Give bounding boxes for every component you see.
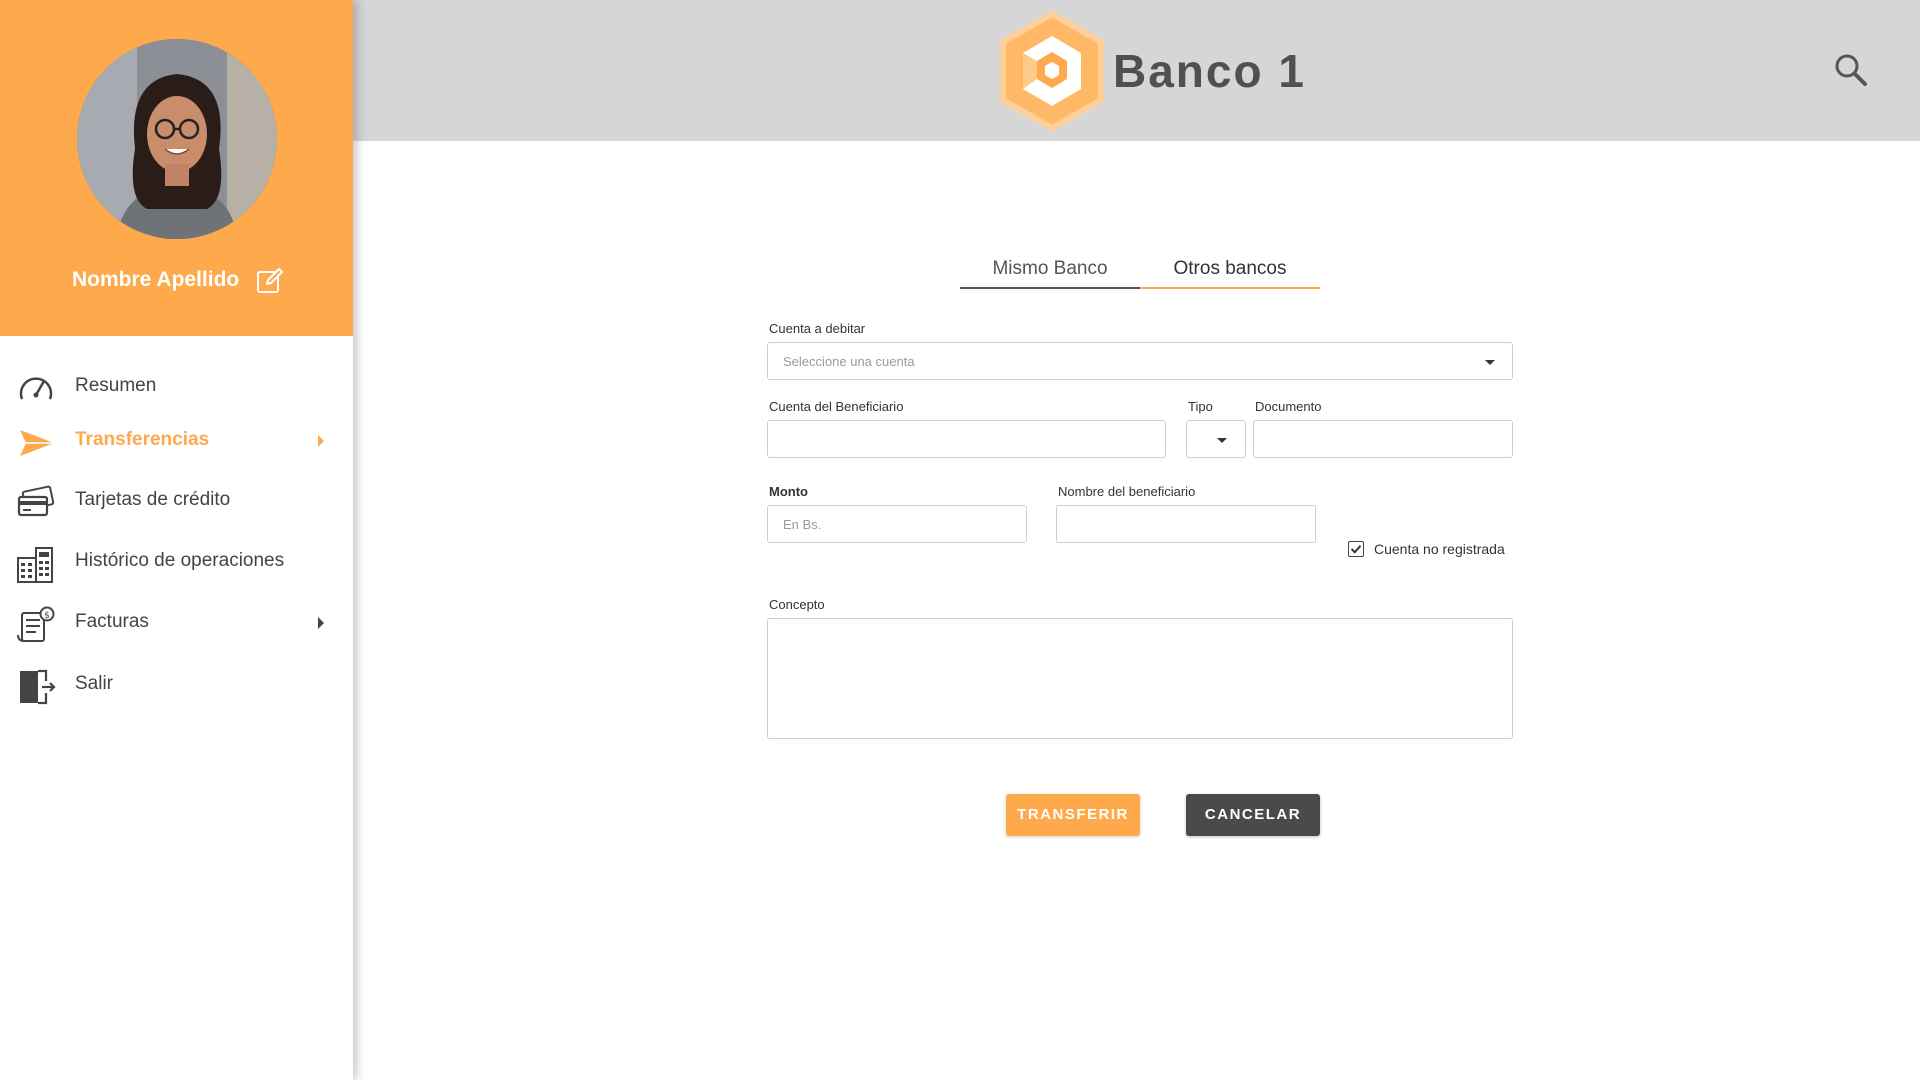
sidebar-item-historico[interactable]: Histórico de operaciones (0, 535, 353, 589)
avatar[interactable] (77, 39, 277, 239)
tipo-select[interactable] (1186, 420, 1246, 458)
sidebar-item-label: Histórico de operaciones (75, 550, 285, 571)
concepto-textarea[interactable] (767, 618, 1513, 739)
checkmark-icon (1350, 545, 1362, 554)
tab-otros-bancos[interactable]: Otros bancos (1140, 255, 1320, 289)
chevron-right-icon (318, 435, 324, 447)
transfer-tabs: Mismo Banco Otros bancos (960, 255, 1320, 289)
search-icon[interactable] (1831, 50, 1871, 90)
sidebar-item-label: Facturas (75, 611, 149, 632)
transferir-button[interactable]: TRANSFERIR (1006, 794, 1140, 836)
cuenta-debitar-select[interactable]: Seleccione una cuenta (767, 342, 1513, 380)
sidebar-item-label: Transferencias (75, 429, 210, 450)
monto-label: Monto (769, 484, 808, 499)
hexagon-logo-icon[interactable] (997, 10, 1107, 132)
sidebar: Nombre Apellido Resumen Transferencias T… (0, 0, 353, 1080)
tipo-label: Tipo (1188, 399, 1213, 414)
calculator-icon (16, 544, 56, 584)
caret-down-icon (1485, 360, 1495, 365)
sidebar-item-facturas[interactable]: $ Facturas (0, 596, 353, 650)
profile-panel: Nombre Apellido (0, 0, 353, 336)
speedometer-icon (16, 369, 56, 409)
concepto-label: Concepto (769, 597, 825, 612)
sidebar-item-salir[interactable]: Salir (0, 658, 353, 712)
cuenta-beneficiario-input[interactable] (767, 420, 1166, 458)
documento-label: Documento (1255, 399, 1322, 414)
edit-profile-icon[interactable] (256, 267, 284, 295)
exit-door-icon (16, 667, 56, 707)
top-header: Banco 1 (353, 0, 1920, 141)
chevron-right-icon (318, 617, 324, 629)
cuenta-no-registrada-label: Cuenta no registrada (1374, 541, 1505, 557)
bill-icon: $ (16, 605, 56, 645)
credit-card-icon (16, 483, 56, 523)
sidebar-item-resumen[interactable]: Resumen (0, 360, 353, 414)
sidebar-item-label: Tarjetas de crédito (75, 489, 231, 510)
svg-text:$: $ (44, 611, 50, 621)
sidebar-item-tarjetas[interactable]: Tarjetas de crédito (0, 474, 353, 528)
cancelar-button[interactable]: CANCELAR (1186, 794, 1320, 836)
nombre-beneficiario-input[interactable] (1056, 505, 1316, 543)
caret-down-icon (1217, 438, 1227, 443)
brand-name: Banco 1 (1113, 45, 1306, 97)
sidebar-item-transferencias[interactable]: Transferencias (0, 414, 353, 468)
sidebar-item-label: Salir (75, 673, 114, 694)
user-name: Nombre Apellido (72, 268, 240, 291)
monto-placeholder: En Bs. (783, 517, 822, 532)
cuenta-beneficiario-label: Cuenta del Beneficiario (769, 399, 904, 414)
cuenta-debitar-placeholder: Seleccione una cuenta (783, 354, 915, 369)
cuenta-no-registrada-checkbox[interactable] (1348, 541, 1364, 557)
tab-mismo-banco[interactable]: Mismo Banco (960, 255, 1140, 289)
nombre-beneficiario-label: Nombre del beneficiario (1058, 484, 1196, 499)
cuenta-debitar-label: Cuenta a debitar (769, 321, 866, 336)
paper-plane-icon (16, 423, 56, 463)
sidebar-item-label: Resumen (75, 375, 157, 396)
documento-input[interactable] (1253, 420, 1513, 458)
monto-input[interactable]: En Bs. (767, 505, 1027, 543)
